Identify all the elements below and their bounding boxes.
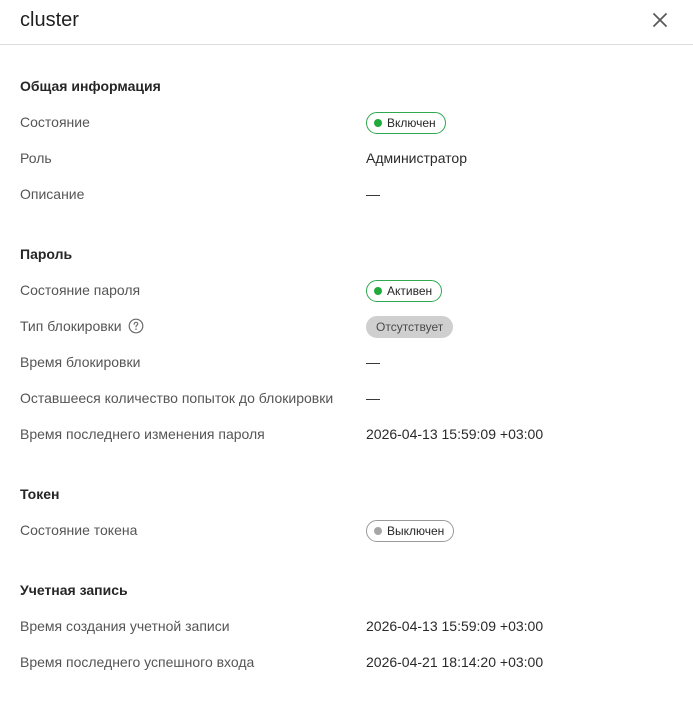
token-state-badge: Выключен: [366, 520, 455, 542]
status-dot-icon: [374, 527, 382, 535]
description-label: Описание: [20, 186, 85, 202]
password-state-badge-text: Активен: [387, 284, 433, 298]
last-login-value: 2026-04-21 18:14:20 +03:00: [366, 654, 544, 670]
section-title-account: Учетная запись: [20, 582, 128, 598]
section-title-token: Токен: [20, 486, 60, 502]
state-badge-text: Включен: [387, 116, 436, 130]
account-created-label: Время создания учетной записи: [20, 618, 230, 634]
password-state-badge: Активен: [366, 280, 443, 302]
question-circle-icon[interactable]: [128, 318, 144, 334]
attempts-value: —: [366, 390, 380, 406]
section-title-password: Пароль: [20, 246, 73, 262]
panel-title: cluster: [20, 9, 79, 31]
lock-type-badge-text: Отсутствует: [376, 320, 444, 334]
status-dot-icon: [374, 119, 382, 127]
lock-type-label: Тип блокировки: [20, 317, 144, 335]
role-label: Роль: [20, 150, 52, 166]
last-login-label: Время последнего успешного входа: [20, 654, 255, 670]
section-title-general: Общая информация: [20, 78, 161, 94]
user-details-panel: cluster Общая информация Состояние Включ…: [0, 0, 693, 709]
token-state-label: Состояние токена: [20, 522, 138, 538]
role-value: Администратор: [366, 150, 468, 166]
password-state-label: Состояние пароля: [20, 282, 141, 298]
last-password-change-label: Время последнего изменения пароля: [20, 426, 265, 442]
lock-time-value: —: [366, 354, 380, 370]
description-value: —: [366, 186, 380, 202]
lock-type-badge: Отсутствует: [366, 316, 454, 338]
state-badge: Включен: [366, 112, 446, 134]
status-dot-icon: [374, 287, 382, 295]
state-label: Состояние: [20, 114, 90, 130]
token-state-badge-text: Выключен: [387, 524, 445, 538]
panel-header: cluster: [0, 0, 693, 45]
account-created-value: 2026-04-13 15:59:09 +03:00: [366, 618, 544, 634]
lock-type-label-text: Тип блокировки: [20, 318, 122, 334]
last-password-change-value: 2026-04-13 15:59:09 +03:00: [366, 426, 544, 442]
lock-time-label: Время блокировки: [20, 354, 141, 370]
attempts-label: Оставшееся количество попыток до блокиро…: [20, 390, 334, 406]
close-button[interactable]: [650, 10, 670, 30]
close-icon: [653, 13, 667, 27]
